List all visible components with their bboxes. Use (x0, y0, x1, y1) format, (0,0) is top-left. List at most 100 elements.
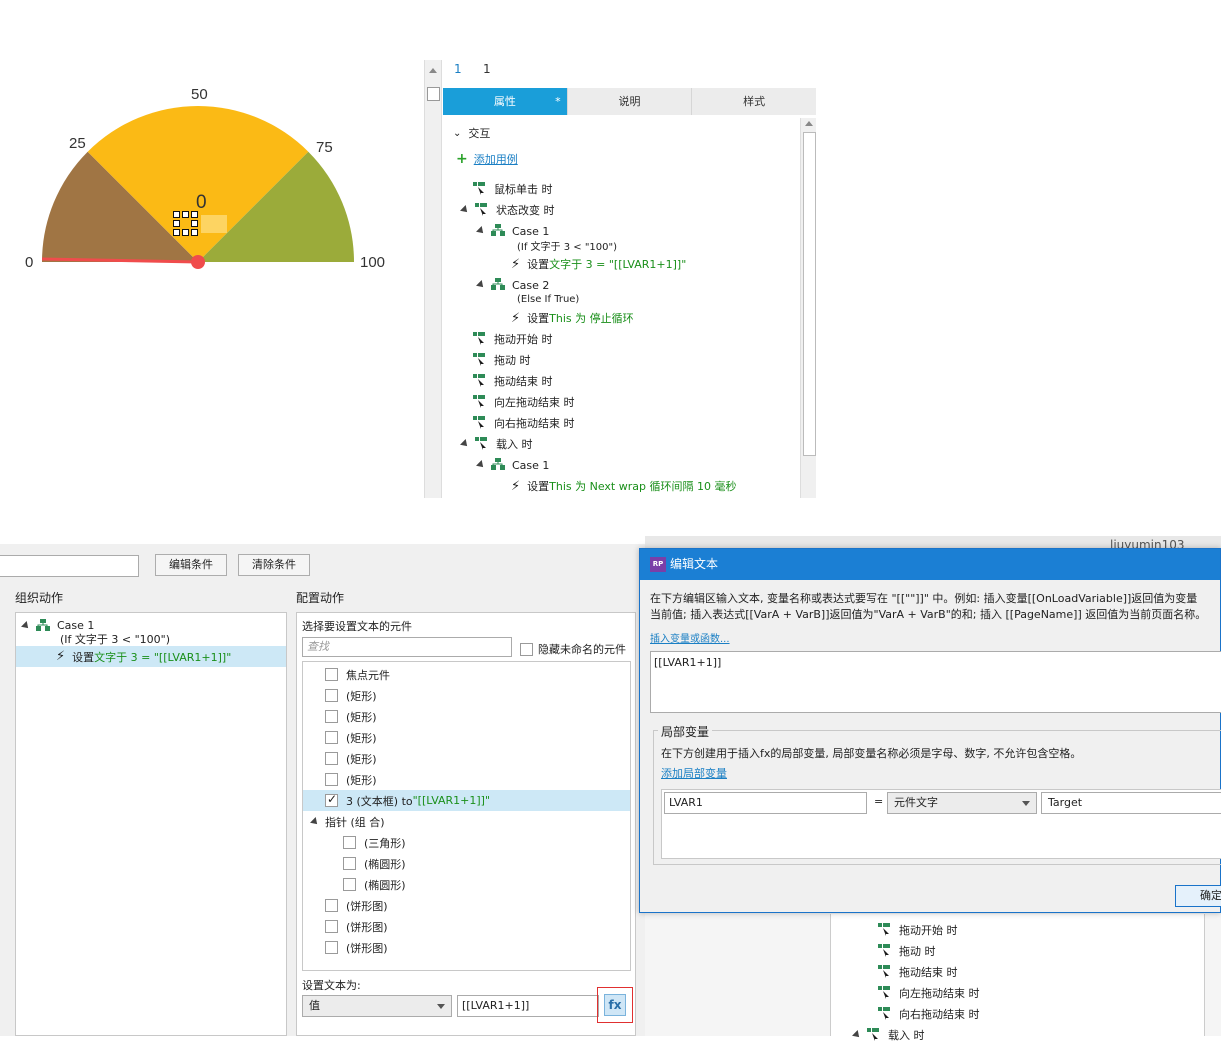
interaction-panel: 1 1 属性 * 说明 样式 ⌄ 交互 + 添加用例 鼠标单击 时状态改变 时 Ca… (424, 60, 816, 498)
event-item[interactable]: 鼠标单击 时 (473, 181, 553, 197)
event-item[interactable]: 载入 时 (460, 436, 533, 452)
widget-row[interactable]: (椭圆形) (303, 874, 630, 895)
case-icon (491, 278, 505, 292)
event-item[interactable]: 拖动结束 时 (473, 373, 553, 389)
event-item[interactable]: 拖动 时 (473, 352, 531, 368)
set-text-label: 设置文本为: (302, 979, 361, 992)
expand-triangle-icon (460, 439, 470, 449)
case-item[interactable]: Case 1 (476, 457, 549, 473)
widget-row[interactable]: 3 (文本框) to "[[LVAR1+1]]" (303, 790, 630, 811)
clear-condition-button[interactable]: 清除条件 (238, 554, 310, 576)
widget-checkbox[interactable] (325, 752, 338, 765)
background-event-item: 向左拖动结束 时 (878, 985, 980, 1001)
widget-row[interactable]: (矩形) (303, 769, 630, 790)
background-event-list: 拖动开始 时拖动 时拖动结束 时向左拖动结束 时向右拖动结束 时载入 时 (830, 914, 1205, 1042)
scroll-thumb[interactable] (803, 132, 816, 456)
expand-triangle-icon (476, 280, 486, 290)
scroll-thumb[interactable] (427, 87, 440, 101)
widget-row[interactable]: (椭圆形) (303, 853, 630, 874)
widget-checkbox[interactable] (325, 773, 338, 786)
value-type-select[interactable]: 值 (302, 995, 452, 1017)
widget-checkbox[interactable] (343, 836, 356, 849)
edit-text-dialog: RP 编辑文本 在下方编辑区输入文本, 变量名称或表达式要写在 "[[""]]"… (639, 548, 1221, 913)
right-scrollbar[interactable] (800, 118, 816, 498)
selection-handles[interactable] (173, 211, 199, 237)
widget-row[interactable]: (矩形) (303, 685, 630, 706)
gauge-label-0: 0 (25, 254, 34, 271)
ruler-mark: 1 (483, 62, 491, 76)
widget-checkbox[interactable] (343, 857, 356, 870)
configure-actions-box: 选择要设置文本的元件 查找 隐藏未命名的元件 焦点元件 (矩形) (矩形) (矩形)(… (296, 612, 636, 1036)
case-icon (491, 458, 505, 472)
event-icon (475, 437, 489, 451)
widget-checkbox[interactable] (325, 731, 338, 744)
chevron-down-icon: ⌄ (453, 127, 462, 139)
local-vars-desc: 在下方创建用于插入fx的局部变量, 局部变量名称必须是字母、数字, 不允许包含空… (661, 747, 1082, 760)
insert-variable-link[interactable]: 插入变量或函数... (650, 630, 730, 645)
event-item[interactable]: 向右拖动结束 时 (473, 415, 575, 431)
lightning-icon: ⚡ (511, 256, 521, 272)
widget-search-input[interactable]: 查找 (302, 637, 512, 657)
action-item[interactable]: ⚡ 设置 文字于 3 = "[[LVAR1+1]]" (511, 256, 686, 272)
widget-row[interactable]: (三角形) (303, 832, 630, 853)
dialog-title: 编辑文本 (670, 557, 719, 571)
equals-sign: = (874, 795, 884, 808)
organize-actions-box: Case 1 (If 文字于 3 < "100") ⚡ 设置 文字于 3 = "… (15, 612, 287, 1036)
event-item[interactable]: 向左拖动结束 时 (473, 394, 575, 410)
case-icon (36, 618, 50, 633)
widget-checkbox[interactable] (325, 792, 338, 807)
event-item[interactable]: 拖动开始 时 (473, 331, 553, 347)
value-input[interactable]: [[LVAR1+1]] (457, 995, 599, 1017)
left-scrollbar[interactable] (425, 60, 442, 498)
var-name-input[interactable]: LVAR1 (664, 792, 867, 814)
background-event-item: 拖动结束 时 (878, 964, 958, 980)
scroll-up-arrow[interactable] (429, 68, 437, 73)
gauge-label-50: 50 (191, 86, 208, 103)
tab-style[interactable]: 样式 (692, 88, 816, 115)
action-item[interactable]: ⚡ 设置 This 为 Next wrap 循环间隔 10 毫秒 (511, 478, 736, 494)
gauge-label-25: 25 (69, 135, 86, 152)
background-event-item: 向右拖动结束 时 (878, 1006, 980, 1022)
widget-row[interactable]: (饼形图) (303, 895, 630, 916)
widget-row[interactable]: (矩形) (303, 727, 630, 748)
event-item[interactable]: 状态改变 时 (460, 202, 555, 218)
widget-group-row[interactable]: 指针 (组 合) (303, 811, 630, 832)
gauge-label-75: 75 (316, 139, 333, 156)
widget-row[interactable]: (矩形) (303, 706, 630, 727)
ok-button[interactable]: 确定 (1175, 885, 1221, 907)
widget-row[interactable]: 焦点元件 (303, 664, 630, 685)
widget-checkbox[interactable] (325, 668, 338, 681)
add-local-var-link[interactable]: 添加局部变量 (661, 765, 727, 781)
event-icon (473, 416, 487, 430)
widget-checkbox[interactable] (325, 689, 338, 702)
action-row[interactable]: ⚡ 设置 文字于 3 = "[[LVAR1+1]]" (16, 646, 286, 667)
widget-checkbox[interactable] (325, 899, 338, 912)
var-type-select[interactable]: 元件文字 (887, 792, 1037, 814)
ruler-mark: 1 (454, 62, 462, 76)
fx-button[interactable]: fx (597, 987, 633, 1023)
scroll-up-arrow[interactable] (805, 121, 813, 126)
lightning-icon: ⚡ (511, 310, 521, 326)
widget-checkbox[interactable] (343, 878, 356, 891)
section-interactions-header[interactable]: ⌄ 交互 (453, 125, 490, 141)
widget-checkbox[interactable] (325, 941, 338, 954)
case-name-input[interactable] (0, 555, 139, 577)
widget-row[interactable]: (饼形图) (303, 937, 630, 958)
var-target-select[interactable]: Target (1041, 792, 1221, 814)
widget-checkbox[interactable] (325, 710, 338, 723)
text-editor[interactable]: [[LVAR1+1]] (650, 651, 1221, 713)
tab-notes[interactable]: 说明 (567, 88, 693, 115)
widget-row[interactable]: (饼形图) (303, 916, 630, 937)
action-item[interactable]: ⚡ 设置 This 为 停止循环 (511, 310, 634, 326)
hide-unnamed-checkbox[interactable]: 隐藏未命名的元件 (520, 641, 626, 657)
edit-condition-button[interactable]: 编辑条件 (155, 554, 227, 576)
widget-row[interactable]: (矩形) (303, 748, 630, 769)
lightning-icon: ⚡ (511, 478, 521, 494)
select-widget-title: 选择要设置文本的元件 (302, 620, 412, 633)
event-icon (878, 965, 892, 979)
dialog-title-bar[interactable]: RP 编辑文本 (640, 549, 1220, 580)
widget-checkbox[interactable] (325, 920, 338, 933)
event-icon (878, 1007, 892, 1021)
tab-properties[interactable]: 属性 * (443, 88, 568, 115)
add-case-link[interactable]: + 添加用例 (456, 151, 518, 167)
